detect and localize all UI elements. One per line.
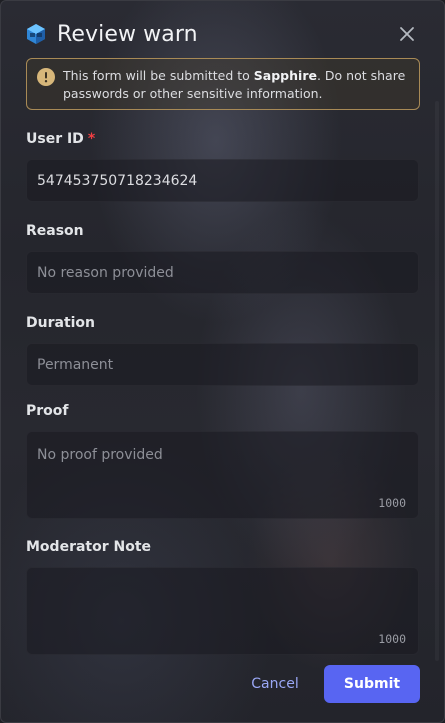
warning-text: This form will be submitted to Sapphire.… [63, 67, 409, 103]
reason-input[interactable]: No reason provided [26, 251, 419, 294]
moderator-note-textarea[interactable]: 1000 [26, 567, 419, 655]
reason-placeholder: No reason provided [37, 264, 174, 281]
exclamation-circle-icon [37, 68, 55, 86]
user-id-input[interactable]: 547453750718234624 [26, 159, 419, 202]
duration-label: Duration [26, 315, 96, 331]
review-warn-modal: Review warn This form will be submitted … [0, 0, 445, 723]
proof-label: Proof [26, 403, 69, 419]
submit-button[interactable]: Submit [324, 665, 420, 703]
modal-header: Review warn [25, 19, 424, 49]
warning-banner: This form will be submitted to Sapphire.… [26, 58, 420, 110]
close-icon[interactable] [396, 23, 418, 45]
proof-placeholder: No proof provided [37, 447, 163, 463]
moderator-note-label: Moderator Note [26, 539, 152, 555]
reason-label: Reason [26, 223, 84, 239]
modal-footer: Cancel Submit [1, 650, 444, 722]
proof-textarea[interactable]: No proof provided 1000 [26, 431, 419, 519]
required-mark: * [87, 131, 96, 147]
duration-placeholder: Permanent [37, 356, 114, 373]
modal-title: Review warn [57, 21, 198, 47]
user-id-label: User ID * [26, 131, 95, 147]
warning-app-name: Sapphire [253, 68, 317, 83]
user-id-label-text: User ID [26, 131, 84, 147]
cube-logo-icon [25, 23, 47, 45]
cancel-button[interactable]: Cancel [239, 665, 311, 703]
proof-char-counter: 1000 [378, 496, 406, 510]
moderator-note-char-counter: 1000 [378, 632, 406, 646]
scrollbar[interactable] [435, 101, 439, 661]
user-id-value: 547453750718234624 [37, 172, 198, 189]
warning-prefix: This form will be submitted to [63, 68, 254, 83]
duration-input[interactable]: Permanent [26, 343, 419, 386]
